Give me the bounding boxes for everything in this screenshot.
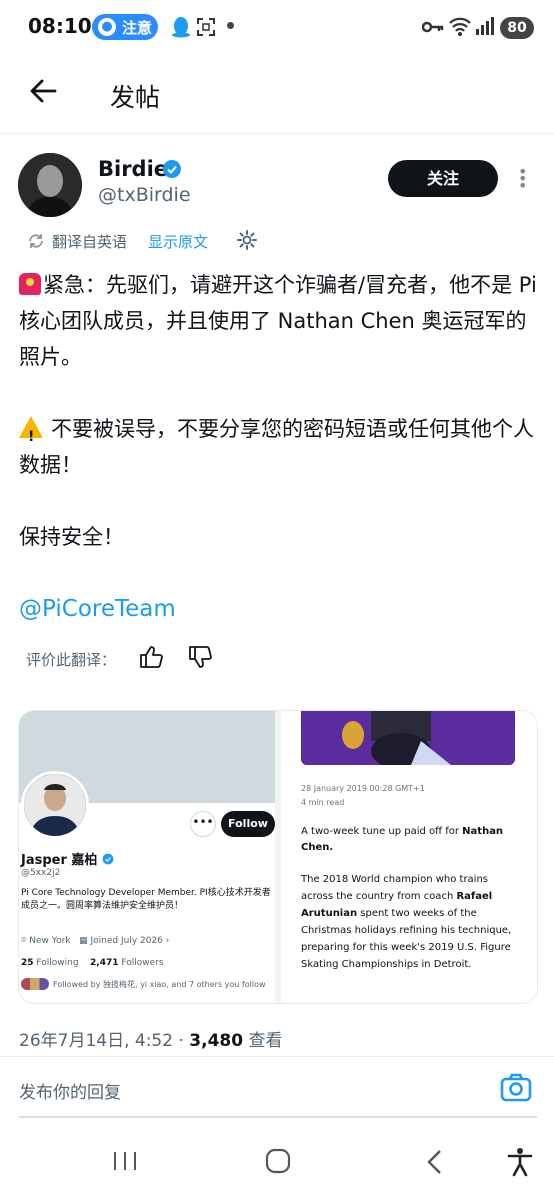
profile-handle: @5xx2j2 bbox=[21, 868, 61, 878]
status-bar: 08:10 ● 注意 80 bbox=[0, 0, 554, 56]
profile-name-text: Jasper 嘉柏 bbox=[21, 853, 98, 868]
profile-name: Jasper 嘉柏 bbox=[21, 849, 114, 868]
mention-link[interactable]: @PiCoreTeam bbox=[19, 596, 176, 622]
gear-icon[interactable] bbox=[236, 229, 258, 251]
profile-location: New York bbox=[29, 936, 71, 946]
profile-bio: Pi Core Technology Developer Member. PI核… bbox=[21, 888, 271, 911]
article-lead-text: A two-week tune up paid off for bbox=[301, 826, 463, 837]
more-options-icon[interactable]: • • • bbox=[518, 164, 527, 194]
profile-stats: 25 Following 2,471 Followers bbox=[21, 958, 164, 968]
author-avatar[interactable] bbox=[18, 153, 82, 217]
following-count: 25 bbox=[21, 958, 34, 968]
tweet-line-safe: 保持安全！ bbox=[19, 525, 124, 549]
profile-joined: Joined July 2026 bbox=[90, 936, 163, 946]
followed-by-text: Followed by 独揽梅花, yi xiao, and 7 others … bbox=[53, 980, 266, 989]
profile-follow-button[interactable]: Follow bbox=[221, 811, 275, 837]
key-icon bbox=[422, 21, 444, 33]
nav-back-icon[interactable] bbox=[425, 1149, 443, 1175]
home-icon[interactable] bbox=[265, 1148, 291, 1174]
author-name[interactable]: Birdie bbox=[98, 157, 168, 181]
tweet-datetime: 26年7月14日, 4:52 · bbox=[19, 1031, 190, 1051]
signal-icon bbox=[476, 17, 494, 35]
page-title: 发帖 bbox=[110, 83, 161, 112]
verified-badge-icon bbox=[163, 160, 181, 178]
recent-apps-icon[interactable] bbox=[112, 1150, 138, 1172]
article-screenshot[interactable]: 28 January 2019 00:28 GMT+1 4 min read A… bbox=[281, 711, 537, 1003]
show-original-link[interactable]: 显示原文 bbox=[148, 231, 208, 252]
profile-avatar bbox=[21, 771, 89, 839]
thumbs-down-icon[interactable] bbox=[187, 644, 213, 670]
status-time: 08:10 bbox=[28, 14, 92, 38]
camera-icon[interactable] bbox=[500, 1073, 532, 1103]
thumbs-up-icon[interactable] bbox=[138, 644, 164, 670]
qq-icon bbox=[172, 17, 190, 38]
follow-button[interactable]: 关注 bbox=[388, 160, 498, 197]
notice-label: 注意 bbox=[122, 19, 153, 37]
header-divider bbox=[0, 133, 554, 134]
article-read-time: 4 min read bbox=[301, 798, 345, 807]
followers-label: Followers bbox=[121, 958, 164, 968]
location-icon: ⌾ bbox=[21, 936, 27, 946]
tweet-timestamp-views: 26年7月14日, 4:52 · 3,480 查看 bbox=[19, 1026, 282, 1051]
views-label: 查看 bbox=[243, 1031, 283, 1051]
media-attachment[interactable]: ••• Follow Jasper 嘉柏 @5xx2j2 Pi Core Tec… bbox=[18, 710, 538, 1004]
translate-icon bbox=[29, 234, 43, 248]
accessibility-icon[interactable] bbox=[507, 1147, 533, 1177]
profile-screenshot[interactable]: ••• Follow Jasper 嘉柏 @5xx2j2 Pi Core Tec… bbox=[19, 711, 281, 1003]
battery-indicator: 80 bbox=[500, 17, 534, 39]
translated-from-label: 翻译自英语 bbox=[52, 233, 128, 251]
wifi-icon bbox=[449, 17, 471, 36]
profile-meta: ⌾ New York ▦ Joined July 2026 › bbox=[21, 936, 170, 946]
followers-count: 2,471 bbox=[90, 958, 119, 968]
following-label: Following bbox=[36, 958, 79, 968]
article-date: 28 January 2019 00:28 GMT+1 bbox=[301, 784, 425, 793]
article-photo bbox=[301, 711, 515, 765]
tweet-line-urgent: 紧急：先驱们，请避开这个诈骗者/冒充者，他不是 Pi 核心团队成员，并且使用了 … bbox=[19, 273, 537, 369]
author-handle[interactable]: @txBirdie bbox=[98, 184, 191, 206]
article-body: The 2018 World champion who trains acros… bbox=[301, 871, 523, 973]
views-count: 3,480 bbox=[189, 1031, 244, 1051]
scan-icon bbox=[197, 18, 215, 36]
calendar-icon: ▦ bbox=[79, 936, 88, 946]
siren-emoji-icon bbox=[19, 273, 41, 295]
back-arrow-icon[interactable] bbox=[28, 76, 58, 106]
profile-followed-by: Followed by 独揽梅花, yi xiao, and 7 others … bbox=[21, 978, 266, 990]
meta-divider bbox=[0, 1056, 554, 1057]
profile-more-icon[interactable]: ••• bbox=[190, 811, 216, 837]
notice-pill[interactable]: ● 注意 bbox=[92, 14, 158, 40]
tweet-line-warning: 不要被误导，不要分享您的密码短语或任何其他个人数据！ bbox=[19, 417, 534, 477]
tweet-text: 紧急：先驱们，请避开这个诈骗者/冒充者，他不是 Pi 核心团队成员，并且使用了 … bbox=[19, 267, 539, 627]
warning-emoji-icon bbox=[19, 416, 43, 455]
follower-avatars bbox=[21, 978, 49, 990]
reply-input[interactable]: 发布你的回复 bbox=[19, 1078, 121, 1103]
rate-translation-label: 评价此翻译： bbox=[26, 651, 117, 669]
article-lead: A two-week tune up paid off for Nathan C… bbox=[301, 824, 519, 856]
alert-icon: ● bbox=[98, 18, 116, 36]
profile-verified-icon bbox=[102, 853, 114, 865]
reply-underline bbox=[19, 1116, 537, 1118]
dot-icon bbox=[227, 22, 234, 29]
